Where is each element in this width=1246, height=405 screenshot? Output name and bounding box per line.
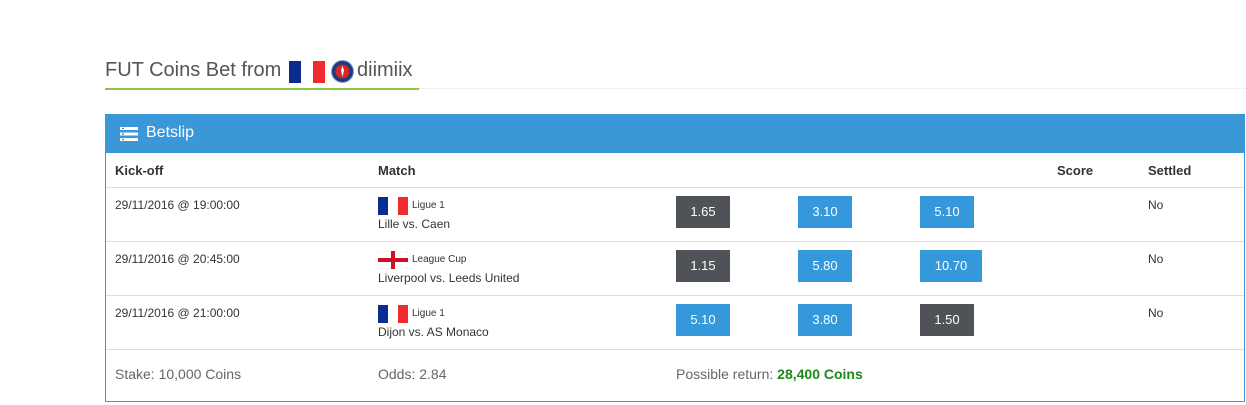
- page-title: FUT Coins Bet from diimiix: [105, 55, 419, 90]
- page-title-prefix: FUT Coins Bet from: [105, 59, 282, 81]
- title-divider: [419, 88, 1246, 89]
- match-teams: Lille vs. Caen: [378, 217, 451, 231]
- kickoff-time: 29/11/2016 @ 20:45:00: [115, 252, 240, 266]
- odds-draw-button[interactable]: 3.10: [798, 196, 852, 228]
- club-crest-icon: [331, 60, 354, 83]
- league-name: Ligue 1: [412, 308, 445, 319]
- england-flag-icon: [378, 251, 408, 269]
- odds-away-button[interactable]: 1.50: [920, 304, 974, 336]
- header-settled: Settled: [1148, 163, 1192, 178]
- odds-away-button[interactable]: 10.70: [920, 250, 982, 282]
- stake-amount: Stake: 10,000 Coins: [115, 366, 242, 382]
- match-teams: Liverpool vs. Leeds United: [378, 271, 520, 285]
- odds-home-button[interactable]: 1.65: [676, 196, 730, 228]
- possible-return-label: Possible return:: [676, 366, 774, 382]
- divider: [106, 241, 1244, 242]
- betslip-title: Betslip: [146, 124, 195, 141]
- kickoff-time: 29/11/2016 @ 21:00:00: [115, 306, 240, 320]
- odds-draw-button[interactable]: 3.80: [798, 304, 852, 336]
- divider: [106, 349, 1244, 350]
- france-flag-icon: [289, 61, 325, 83]
- total-odds: Odds: 2.84: [378, 366, 447, 382]
- odds-home-button[interactable]: 5.10: [676, 304, 730, 336]
- odds-away-button[interactable]: 5.10: [920, 196, 974, 228]
- france-flag-icon: [378, 197, 408, 215]
- odds-draw-button[interactable]: 5.80: [798, 250, 852, 282]
- possible-return-value: 28,400 Coins: [777, 366, 863, 382]
- settled-status: No: [1148, 306, 1164, 320]
- settled-status: No: [1148, 198, 1164, 212]
- header-score: Score: [1057, 163, 1094, 178]
- match-teams: Dijon vs. AS Monaco: [378, 325, 489, 339]
- header-match: Match: [378, 163, 416, 178]
- league-name: League Cup: [412, 254, 467, 265]
- league-name: Ligue 1: [412, 200, 445, 211]
- betslip-panel: Betslip Kick-off Match Score Settled 29/…: [105, 114, 1245, 402]
- betslip-header: Betslip: [106, 115, 1244, 153]
- divider: [106, 187, 1244, 188]
- list-icon: [120, 127, 138, 141]
- divider: [106, 295, 1244, 296]
- username-link[interactable]: diimiix: [357, 59, 413, 82]
- odds-home-button[interactable]: 1.15: [676, 250, 730, 282]
- settled-status: No: [1148, 252, 1164, 266]
- header-kickoff: Kick-off: [115, 163, 164, 178]
- france-flag-icon: [378, 305, 408, 323]
- possible-return: Possible return: 28,400 Coins: [676, 366, 863, 382]
- kickoff-time: 29/11/2016 @ 19:00:00: [115, 198, 240, 212]
